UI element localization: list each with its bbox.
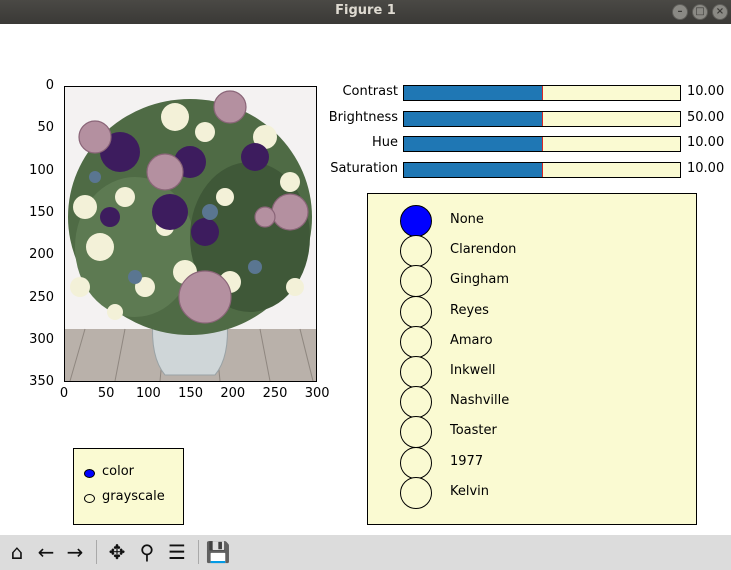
- filter-radio-label[interactable]: 1977: [450, 454, 483, 469]
- filter-radio-label[interactable]: Nashville: [450, 393, 509, 408]
- filter-radio-button[interactable]: [400, 446, 432, 479]
- filter-radio-label[interactable]: Clarendon: [450, 242, 516, 257]
- mode-radio-label[interactable]: grayscale: [102, 489, 165, 504]
- navigation-toolbar: ⌂ ← → ✥ ⚲ ☰ 💾: [0, 535, 731, 570]
- slider-initial-marker: [542, 111, 543, 126]
- slider-value: 10.00: [687, 135, 725, 150]
- slider-label: Hue: [371, 135, 398, 150]
- window-titlebar: Figure 1 – □ ×: [0, 0, 731, 24]
- slider-label: Saturation: [330, 160, 398, 176]
- slider-value: 50.00: [687, 109, 725, 125]
- home-icon[interactable]: ⌂: [4, 539, 30, 565]
- x-tick-label: 250: [262, 386, 288, 401]
- slider-fill: [404, 111, 542, 126]
- filter-radio-label[interactable]: Reyes: [450, 303, 489, 318]
- x-tick-label: 100: [135, 386, 161, 401]
- x-tick-label: 200: [220, 386, 246, 401]
- image-axes: [64, 86, 317, 382]
- maximize-button[interactable]: □: [692, 4, 708, 20]
- filter-radio-button[interactable]: [400, 386, 432, 419]
- slider-brightness[interactable]: [403, 110, 681, 127]
- slider-label: Brightness: [328, 109, 398, 125]
- filter-radio-label[interactable]: None: [450, 212, 484, 227]
- slider-saturation[interactable]: [403, 161, 681, 178]
- filter-radio-button[interactable]: [400, 205, 432, 237]
- configure-subplots-icon[interactable]: ☰: [164, 539, 190, 565]
- y-tick-label: 250: [29, 289, 54, 305]
- forward-arrow-icon[interactable]: →: [62, 539, 88, 565]
- x-tick-label: 300: [304, 386, 330, 401]
- slider-fill: [404, 137, 542, 151]
- slider-initial-marker: [542, 162, 543, 177]
- pan-icon[interactable]: ✥: [104, 539, 130, 565]
- mode-radio-button[interactable]: [84, 494, 95, 503]
- y-tick-label: 100: [29, 162, 54, 178]
- filter-radio-label[interactable]: Gingham: [450, 272, 509, 287]
- slider-fill: [404, 86, 542, 100]
- slider-contrast[interactable]: [403, 85, 681, 101]
- zoom-icon[interactable]: ⚲: [134, 539, 160, 565]
- mode-radio-label[interactable]: color: [102, 464, 134, 479]
- slider-fill: [404, 162, 542, 177]
- filter-radio-button[interactable]: [400, 295, 432, 328]
- filter-radio-button[interactable]: [400, 356, 432, 388]
- y-tick-label: 300: [29, 331, 54, 347]
- x-tick-label: 150: [178, 386, 203, 401]
- flower-bouquet-image: [65, 87, 316, 381]
- slider-hue[interactable]: [403, 136, 681, 152]
- y-tick-label: 200: [29, 247, 54, 263]
- window-title: Figure 1: [335, 3, 396, 18]
- back-arrow-icon[interactable]: ←: [33, 539, 59, 565]
- slider-label: Contrast: [342, 84, 398, 99]
- mode-radio-panel: [73, 448, 184, 525]
- filter-radio-label[interactable]: Inkwell: [450, 363, 495, 378]
- y-tick-label: 0: [45, 78, 54, 93]
- filter-radio-button[interactable]: [400, 476, 432, 509]
- slider-initial-marker: [542, 86, 543, 100]
- slider-initial-marker: [542, 137, 543, 151]
- filter-radio-label[interactable]: Amaro: [450, 333, 493, 348]
- filter-radio-label[interactable]: Toaster: [450, 423, 497, 438]
- toolbar-separator: [96, 540, 97, 564]
- x-tick-label: 0: [59, 386, 69, 401]
- filter-radio-button[interactable]: [400, 325, 432, 358]
- filter-radio-button[interactable]: [400, 235, 432, 268]
- figure-canvas: 0 50 100 150 200 250 300 350 0 50 100 150 200 250 300…: [0, 24, 731, 535]
- x-tick-label: 50: [97, 386, 115, 401]
- close-button[interactable]: ×: [712, 4, 728, 20]
- slider-value: 10.00: [687, 160, 725, 176]
- y-tick-label: 50: [37, 120, 54, 136]
- filter-radio-label[interactable]: Kelvin: [450, 484, 489, 499]
- slider-value: 10.00: [687, 84, 725, 99]
- toolbar-separator: [198, 540, 199, 564]
- save-icon[interactable]: 💾: [205, 539, 231, 565]
- mode-radio-button[interactable]: [84, 469, 95, 478]
- y-tick-label: 150: [29, 204, 54, 220]
- minimize-button[interactable]: –: [672, 4, 688, 20]
